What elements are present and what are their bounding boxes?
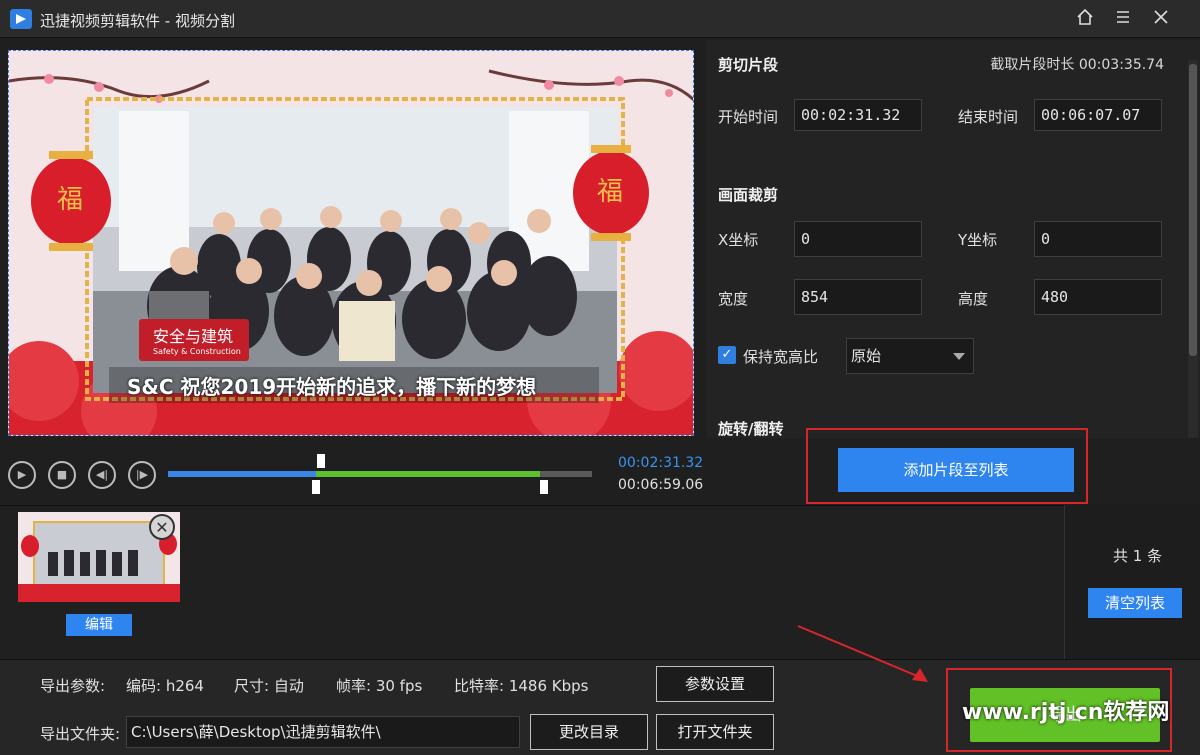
export-codec: 编码: h264 xyxy=(126,677,204,695)
app-logo-icon xyxy=(10,9,32,29)
clip-count: 共 1 条 xyxy=(1113,547,1163,565)
watermark-text: www.rjtj.cn软荐网 xyxy=(962,700,1170,725)
x-coord-label: X坐标 xyxy=(718,231,759,249)
export-bitrate: 比特率: 1486 Kbps xyxy=(454,677,589,695)
video-caption: S&C 祝您2019开始新的追求，播下新的梦想 xyxy=(127,375,537,399)
change-dir-button[interactable]: 更改目录 xyxy=(530,714,648,750)
start-time-input[interactable]: 00:02:31.32 xyxy=(794,99,922,131)
next-frame-icon[interactable]: |▶ xyxy=(128,461,156,489)
stop-icon[interactable]: ■ xyxy=(48,461,76,489)
prev-frame-icon[interactable]: ◀| xyxy=(88,461,116,489)
scrollbar-thumb[interactable] xyxy=(1189,64,1197,356)
crop-section-title: 画面裁剪 xyxy=(718,186,779,204)
close-icon[interactable] xyxy=(1150,8,1172,30)
ratio-select[interactable]: 原始 xyxy=(846,338,974,374)
window-title: 迅捷视频剪辑软件 - 视频分割 xyxy=(40,12,235,30)
keep-ratio-label: 保持宽高比 xyxy=(743,348,819,366)
open-folder-button[interactable]: 打开文件夹 xyxy=(656,714,774,750)
banner-title: 安全与建筑 xyxy=(153,327,234,346)
y-coord-label: Y坐标 xyxy=(958,231,998,249)
start-time-label: 开始时间 xyxy=(718,108,779,126)
rotate-section-title: 旋转/翻转 xyxy=(718,420,784,438)
end-time-input[interactable]: 00:06:07.07 xyxy=(1034,99,1162,131)
export-fps: 帧率: 30 fps xyxy=(336,677,423,695)
app-window: 迅捷视频剪辑软件 - 视频分割 福 福 安全与建筑 Safety & Const… xyxy=(0,0,1200,755)
keep-ratio-checkbox[interactable]: ✓ xyxy=(718,346,736,364)
height-input[interactable]: 480 xyxy=(1034,279,1162,315)
clip-section-title: 剪切片段 xyxy=(718,56,779,74)
playhead-handle[interactable] xyxy=(317,454,325,468)
timeline-played xyxy=(168,471,316,477)
remove-clip-icon[interactable]: ✕ xyxy=(149,514,175,540)
ratio-select-value: 原始 xyxy=(851,347,882,365)
width-label: 宽度 xyxy=(718,290,749,308)
edit-clip-button[interactable]: 编辑 xyxy=(66,614,132,636)
timeline-selection xyxy=(315,471,540,477)
lantern-right-char: 福 xyxy=(597,177,624,207)
title-bar: 迅捷视频剪辑软件 - 视频分割 xyxy=(0,0,1200,38)
settings-scrollbar[interactable] xyxy=(1188,60,1198,438)
settings-panel: 剪切片段 截取片段时长 00:03:35.74 开始时间 00:02:31.32… xyxy=(706,40,1200,438)
home-icon[interactable] xyxy=(1074,8,1096,30)
x-coord-input[interactable]: 0 xyxy=(794,221,922,257)
annotation-arrow-icon xyxy=(797,625,928,682)
banner-subtitle: Safety & Construction xyxy=(153,347,241,356)
y-coord-input[interactable]: 0 xyxy=(1034,221,1162,257)
export-folder-label: 导出文件夹: xyxy=(40,725,121,743)
total-time: 00:06:59.06 xyxy=(618,477,704,493)
clip-duration: 截取片段时长 00:03:35.74 xyxy=(990,57,1164,73)
menu-icon[interactable] xyxy=(1112,8,1134,30)
export-folder-input[interactable]: C:\Users\薛\Desktop\迅捷剪辑软件\ xyxy=(126,716,520,748)
selection-end-handle[interactable] xyxy=(540,480,548,494)
add-segment-button[interactable]: 添加片段至列表 xyxy=(838,448,1074,492)
height-label: 高度 xyxy=(958,290,989,308)
params-settings-button[interactable]: 参数设置 xyxy=(656,666,774,702)
end-time-label: 结束时间 xyxy=(958,108,1019,126)
play-icon[interactable]: ▶ xyxy=(8,461,36,489)
export-size: 尺寸: 自动 xyxy=(234,677,304,695)
list-sidebar: 共 1 条 xyxy=(1064,505,1200,659)
lantern-left-char: 福 xyxy=(57,185,84,215)
timeline-track[interactable] xyxy=(168,471,592,477)
clear-list-button[interactable]: 清空列表 xyxy=(1088,588,1182,618)
chevron-down-icon xyxy=(953,353,965,360)
width-input[interactable]: 854 xyxy=(794,279,922,315)
export-params-label: 导出参数: xyxy=(40,677,106,695)
video-preview[interactable]: 福 福 安全与建筑 Safety & Construction S&C 祝您20… xyxy=(8,50,694,436)
selection-start-handle[interactable] xyxy=(312,480,320,494)
current-time: 00:02:31.32 xyxy=(618,455,704,471)
